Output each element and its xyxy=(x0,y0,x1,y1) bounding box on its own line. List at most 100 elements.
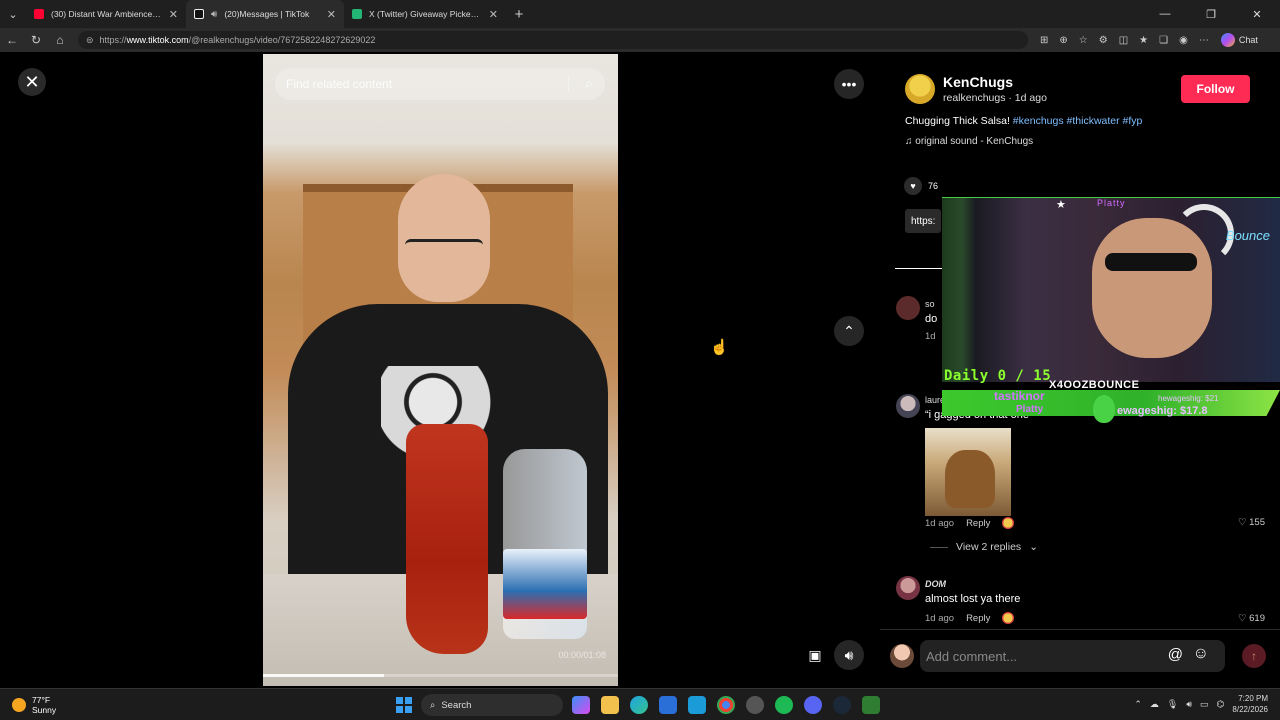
view-replies-button[interactable]: View 2 replies ⌄ xyxy=(930,541,1038,553)
video-player[interactable]: Find related content ⌕ 00:00/01:08 xyxy=(263,54,618,686)
home-icon[interactable]: ⌂ xyxy=(48,33,72,47)
hashtag-link[interactable]: #fyp xyxy=(1123,115,1143,127)
windows-logo-icon xyxy=(405,706,412,713)
tab-tiktok[interactable]: 🔊︎ (20)Messages | TikTok ✕ xyxy=(186,0,344,28)
close-tab-icon[interactable]: ✕ xyxy=(327,8,336,21)
author-name[interactable]: KenChugs xyxy=(943,74,1013,90)
search-icon[interactable]: ⌕ xyxy=(585,75,593,92)
extension-icon[interactable]: ⚙ xyxy=(1099,35,1108,46)
commenter-name[interactable]: DOM xyxy=(925,579,946,589)
commenter-avatar[interactable] xyxy=(896,576,920,600)
split-screen-icon[interactable]: ◫ xyxy=(1119,35,1128,46)
close-video-button[interactable]: ✕ xyxy=(18,68,46,96)
refresh-icon[interactable]: ↻ xyxy=(24,33,48,47)
alien-icon xyxy=(1093,395,1115,423)
url-field[interactable]: ⊜ https://www.tiktok.com/@realkenchugs/v… xyxy=(78,31,1028,49)
zoom-icon[interactable]: ⊕ xyxy=(1059,35,1067,46)
overlay-name: Platty xyxy=(1016,404,1044,415)
mention-icon[interactable]: @ xyxy=(1168,646,1183,663)
close-tab-icon[interactable]: ✕ xyxy=(169,8,178,21)
display-icon[interactable]: ▭ xyxy=(1200,699,1209,710)
collections-icon[interactable]: ❏ xyxy=(1159,35,1168,46)
tab-giveaway[interactable]: X (Twitter) Giveaway Picker - Pick ✕ xyxy=(344,0,506,28)
url-prefix: https:// xyxy=(99,35,127,45)
edge-icon[interactable] xyxy=(630,696,648,714)
spotify-icon[interactable] xyxy=(775,696,793,714)
minimize-icon[interactable]: — xyxy=(1142,0,1188,28)
tab-actions-menu-icon[interactable]: ⌄ xyxy=(0,0,26,28)
tiktok-icon xyxy=(194,9,204,19)
tab-youtube[interactable]: (30) Distant War Ambience | Artill ✕ xyxy=(26,0,186,28)
back-icon[interactable]: ← xyxy=(0,33,24,47)
clock[interactable]: 7:20 PM 8/22/2026 xyxy=(1232,693,1268,715)
pip-button[interactable]: ▣ xyxy=(800,640,830,670)
chevron-up-icon[interactable]: ⌃ xyxy=(1134,699,1142,710)
profile-avatar[interactable]: ◉ xyxy=(1179,35,1188,46)
hashtag-link[interactable]: #thickwater xyxy=(1067,115,1120,127)
reply-button[interactable]: Reply xyxy=(966,518,990,529)
sound-icon[interactable]: 🔊︎ xyxy=(1186,699,1192,710)
emoji-reaction-icon[interactable] xyxy=(1002,612,1015,624)
commenter-avatar[interactable] xyxy=(896,394,920,418)
taskbar-apps xyxy=(572,696,880,714)
overlay-top-name: Platty xyxy=(1097,198,1126,208)
taskbar-search[interactable]: ⌕ Search xyxy=(421,694,563,716)
comment-text: almost lost ya there xyxy=(925,593,1021,605)
chat-label: Chat xyxy=(1238,35,1258,45)
like-button[interactable]: ♥ 76 xyxy=(904,177,938,195)
post-comment-button[interactable]: ↑ xyxy=(1242,644,1266,668)
microphone-icon[interactable]: 🎙︎ xyxy=(1167,699,1178,710)
weather-widget[interactable]: 77°F Sunny xyxy=(12,695,56,715)
app-icon[interactable] xyxy=(862,696,880,714)
author-avatar[interactable] xyxy=(905,74,935,104)
copilot-chat-button[interactable]: Chat xyxy=(1220,33,1258,47)
favorites-icon[interactable]: ★ xyxy=(1139,35,1148,46)
cloud-icon[interactable]: ☁ xyxy=(1150,699,1159,710)
network-icon[interactable]: ⌬ xyxy=(1217,699,1225,710)
site-info-icon[interactable]: ⊜ xyxy=(86,35,94,46)
emoji-reaction-icon[interactable] xyxy=(1002,517,1015,529)
overlay-handle: X4OOZBOUNCE xyxy=(1049,379,1140,391)
app-icon[interactable] xyxy=(746,696,764,714)
emoji-icon[interactable]: ☺ xyxy=(1193,645,1209,663)
favorite-star-icon[interactable]: ☆ xyxy=(1079,35,1088,46)
address-bar: ← ↻ ⌂ ⊜ https://www.tiktok.com/@realkenc… xyxy=(0,28,1280,52)
copy-link-field[interactable]: https: xyxy=(905,209,942,233)
more-menu-icon[interactable]: ⋯ xyxy=(1199,35,1209,46)
speaker-icon[interactable]: 🔊︎ xyxy=(211,9,217,20)
commenter-avatar[interactable] xyxy=(896,296,920,320)
file-explorer-icon[interactable] xyxy=(601,696,619,714)
comment-placeholder: Add comment... xyxy=(926,648,1018,664)
copilot-app-icon[interactable] xyxy=(572,696,590,714)
system-tray: ⌃ ☁ 🎙︎ 🔊︎ ▭ ⌬ 7:20 PM 8/22/2026 xyxy=(1134,693,1268,715)
reply-button[interactable]: Reply xyxy=(966,613,990,624)
store-icon[interactable] xyxy=(659,696,677,714)
steam-icon[interactable] xyxy=(833,696,851,714)
new-tab-button[interactable]: + xyxy=(506,6,532,23)
previous-video-button[interactable]: ⌃ xyxy=(834,316,864,346)
more-options-button[interactable]: ••• xyxy=(834,69,864,99)
related-search-input[interactable]: Find related content ⌕ xyxy=(275,68,605,100)
windows-logo-icon xyxy=(396,706,403,713)
comment-like-button[interactable]: ♡ 619 xyxy=(1238,613,1265,624)
start-button[interactable] xyxy=(396,697,412,713)
add-comment-input[interactable]: Add comment... @ ☺ xyxy=(920,640,1225,672)
browser-tab-bar: ⌄ (30) Distant War Ambience | Artill ✕ 🔊… xyxy=(0,0,1280,28)
video-frame-bg xyxy=(503,549,587,619)
comment-gif-image[interactable] xyxy=(925,428,1011,516)
hashtag-link[interactable]: #kenchugs xyxy=(1013,115,1064,127)
comment-like-button[interactable]: ♡ 155 xyxy=(1238,517,1265,528)
sound-link[interactable]: ♫ original sound - KenChugs xyxy=(905,136,1033,147)
music-note-icon: ♫ xyxy=(905,136,916,147)
volume-button[interactable]: 🔊︎ xyxy=(834,640,864,670)
discord-icon[interactable] xyxy=(804,696,822,714)
app-available-icon[interactable]: ⊞ xyxy=(1040,35,1048,46)
app-icon[interactable] xyxy=(688,696,706,714)
restore-icon[interactable]: ❐ xyxy=(1188,0,1234,28)
close-window-icon[interactable]: ✕ xyxy=(1234,0,1280,28)
chrome-icon[interactable] xyxy=(717,696,735,714)
comment-input-bar: Add comment... @ ☺ ↑ xyxy=(880,629,1280,688)
commenter-name[interactable]: so xyxy=(925,299,935,309)
follow-button[interactable]: Follow xyxy=(1181,75,1250,103)
close-tab-icon[interactable]: ✕ xyxy=(489,8,498,21)
